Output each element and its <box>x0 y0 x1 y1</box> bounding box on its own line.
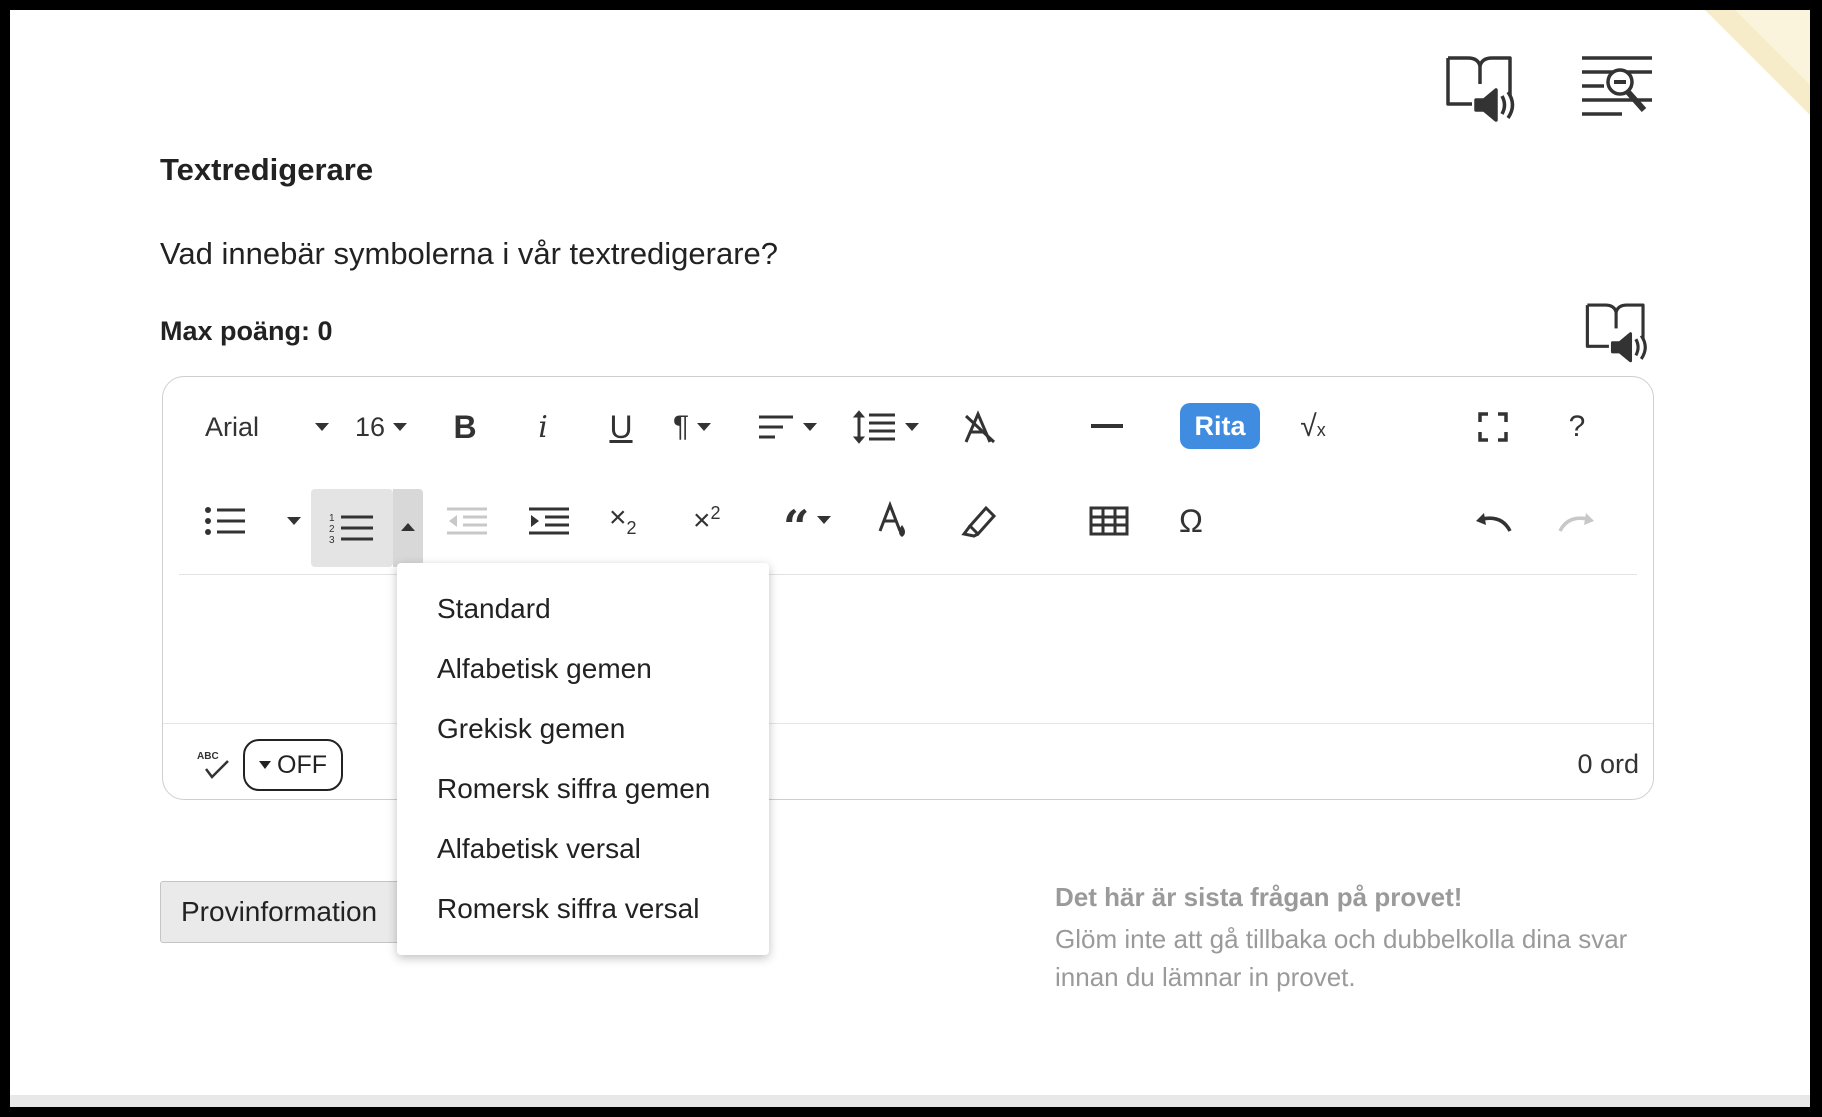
numbered-list-icon: 123 <box>329 513 373 544</box>
bold-button[interactable]: B <box>445 405 485 449</box>
align-button[interactable] <box>757 405 817 449</box>
caret-down-icon <box>259 761 271 769</box>
outdent-icon <box>447 507 487 535</box>
list-style-option[interactable]: Romersk siffra versal <box>397 879 769 939</box>
table-icon <box>1089 506 1129 536</box>
math-formula-button[interactable]: √x <box>1291 405 1335 449</box>
underline-button[interactable]: U <box>601 405 641 449</box>
font-family-value: Arial <box>205 411 260 442</box>
chevron-down-icon <box>287 517 301 525</box>
question-text: Vad innebär symbolerna i vår textrediger… <box>160 236 779 271</box>
indent-icon <box>529 507 569 535</box>
exam-info-button[interactable]: Provinformation <box>160 881 422 943</box>
quote-icon: “ <box>783 500 810 554</box>
undo-icon <box>1476 513 1512 532</box>
last-question-text: Glöm inte att gå tillbaka och dubbelkoll… <box>1055 924 1628 992</box>
chevron-down-icon <box>817 516 832 524</box>
horizontal-line-icon <box>1091 424 1123 428</box>
text-editor: Arial 16 B i U ¶ Rita √x ? 1 2 3 ×2 ×2 “… <box>162 376 1654 800</box>
line-height-button[interactable] <box>853 405 919 449</box>
spellcheck-toggle[interactable]: OFF <box>243 739 343 791</box>
chevron-down-icon <box>905 423 919 431</box>
search-text-icon[interactable] <box>1578 52 1656 124</box>
fullscreen-icon <box>1478 412 1508 442</box>
redo-icon <box>1558 513 1594 532</box>
italic-button[interactable]: i <box>523 405 563 449</box>
bullet-list-button[interactable] <box>205 499 245 543</box>
horizontal-line-button[interactable] <box>1087 405 1127 449</box>
line-height-icon <box>853 410 895 444</box>
list-style-option[interactable]: Romersk siffra gemen <box>397 759 769 819</box>
bullet-list-options[interactable] <box>279 499 301 543</box>
chevron-up-icon <box>401 523 415 531</box>
align-left-icon <box>759 415 793 439</box>
chevron-down-icon <box>393 423 408 431</box>
font-size-value: 16 <box>355 411 386 442</box>
clear-format-icon <box>964 410 996 444</box>
spellcheck-icon: ABC <box>193 745 233 785</box>
italic-icon: i <box>538 409 548 445</box>
font-family-select[interactable]: Arial <box>205 407 330 447</box>
text-color-button[interactable] <box>875 499 915 543</box>
omega-icon: Ω <box>1179 502 1203 539</box>
editor-content-area[interactable] <box>163 575 1653 723</box>
font-size-select[interactable]: 16 <box>355 407 408 447</box>
paragraph-format-button[interactable]: ¶ <box>673 405 712 449</box>
exam-page: Textredigerare Vad innebär symbolerna i … <box>10 10 1810 1107</box>
square-root-icon: √x <box>1300 410 1326 443</box>
word-count: 0 ord <box>1577 749 1639 779</box>
bold-icon: B <box>453 408 477 445</box>
undo-button[interactable] <box>1473 499 1513 543</box>
text-color-icon <box>878 501 905 537</box>
max-points: Max poäng: 0 <box>160 316 333 346</box>
subscript-icon: ×2 <box>609 501 637 538</box>
svg-text:1: 1 <box>329 513 335 524</box>
svg-text:3: 3 <box>329 535 335 544</box>
numbered-list-button[interactable]: 123 <box>311 489 393 567</box>
list-style-option[interactable]: Grekisk gemen <box>397 699 769 759</box>
statusbar-divider <box>163 723 1653 724</box>
highlight-button[interactable] <box>959 499 999 543</box>
draw-button[interactable]: Rita <box>1180 403 1260 449</box>
outdent-button[interactable] <box>447 499 487 543</box>
highlighter-icon <box>961 505 997 538</box>
svg-text:2: 2 <box>329 524 335 535</box>
chevron-down-icon <box>697 423 712 431</box>
list-style-dropdown: Standard Alfabetisk gemen Grekisk gemen … <box>397 563 769 955</box>
superscript-icon: ×2 <box>693 502 721 537</box>
help-icon: ? <box>1568 410 1586 443</box>
list-style-option[interactable]: Standard <box>397 579 769 639</box>
list-style-option[interactable]: Alfabetisk versal <box>397 819 769 879</box>
page-corner-fold <box>1735 10 1810 85</box>
numbered-list-options[interactable] <box>393 489 423 567</box>
redo-button[interactable] <box>1557 499 1597 543</box>
bullet-list-icon <box>205 507 245 535</box>
help-button[interactable]: ? <box>1557 405 1597 449</box>
list-style-option[interactable]: Alfabetisk gemen <box>397 639 769 699</box>
special-characters-button[interactable]: Ω <box>1171 499 1211 543</box>
spellcheck-state: OFF <box>277 750 327 779</box>
read-aloud-page-icon[interactable] <box>1442 52 1520 124</box>
question-title: Textredigerare <box>160 152 374 187</box>
pilcrow-icon: ¶ <box>673 410 690 443</box>
chevron-down-icon <box>803 423 817 431</box>
subscript-button[interactable]: ×2 <box>609 495 637 545</box>
superscript-button[interactable]: ×2 <box>693 495 721 545</box>
last-question-title: Det här är sista frågan på provet! <box>1055 882 1463 912</box>
fullscreen-button[interactable] <box>1473 405 1513 449</box>
svg-text:ABC: ABC <box>197 751 219 762</box>
insert-table-button[interactable] <box>1087 499 1131 543</box>
read-aloud-question-icon[interactable] <box>1582 298 1652 366</box>
chevron-down-icon <box>315 423 330 431</box>
quote-button[interactable]: “ <box>783 495 832 554</box>
indent-button[interactable] <box>529 499 569 543</box>
clear-formatting-button[interactable] <box>959 405 999 449</box>
underline-icon: U <box>609 408 633 445</box>
